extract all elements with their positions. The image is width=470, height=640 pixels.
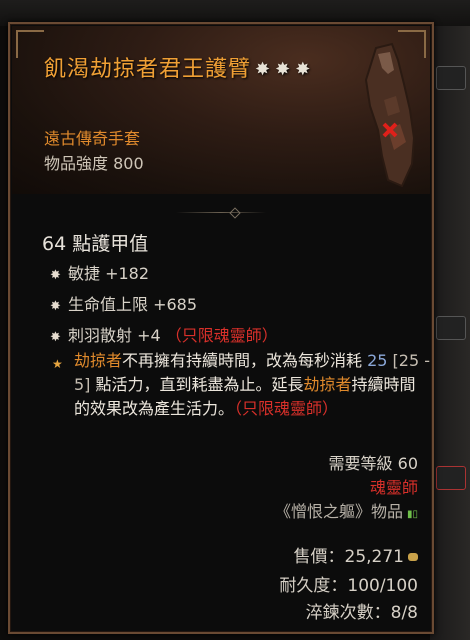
legendary-aspect: ★ 劫掠者不再擁有持續時間，改為每秒消耗 25 [25 - 5] 點活力，直到耗… — [52, 351, 431, 418]
tooltip-header: 飢渴劫掠者君王護臂 ✸ ✸ ✸ 遠古傳奇手套 物品強度 800 — [12, 26, 430, 194]
item-rarity: 遠古傳奇手套 — [44, 129, 141, 148]
affix-line: ✸ 敏捷 +182 — [50, 264, 150, 283]
item-name-text: 飢渴劫掠者君王護臂 — [44, 57, 252, 82]
armor-value: 64 點護甲值 — [42, 233, 149, 255]
sell-price: 售價：25,271 — [294, 542, 418, 567]
background-button — [436, 316, 466, 340]
affix-line: ✸ 刺羽散射 +4 （只限魂靈師） — [50, 326, 278, 345]
greater-affix-star-icon: ✸ — [295, 59, 312, 80]
background-button — [436, 466, 466, 490]
greater-affix-star-icon: ✸ — [275, 59, 292, 80]
affix-bullet-icon: ✸ — [50, 299, 61, 314]
item-name: 飢渴劫掠者君王護臂 ✸ ✸ ✸ — [44, 56, 324, 84]
affix-bullet-icon: ✸ — [50, 330, 61, 345]
item-tooltip: 飢渴劫掠者君王護臂 ✸ ✸ ✸ 遠古傳奇手套 物品強度 800 64 點護甲值 ✸ 敏捷… — [8, 22, 434, 634]
durability: 耐久度：100/100 — [279, 576, 418, 596]
gauntlet-icon — [364, 42, 416, 188]
frame-corner — [16, 30, 44, 58]
affix-line: ✸ 生命值上限 +685 — [50, 295, 198, 314]
required-class: 魂靈師 — [369, 478, 418, 497]
affix-bullet-icon: ✸ — [50, 268, 61, 283]
background-panel — [430, 26, 470, 640]
expansion-icon: ▮▯ — [406, 509, 418, 520]
greater-affix-star-icon: ✸ — [255, 59, 272, 80]
class-restriction: （只限魂靈師） — [165, 326, 278, 345]
temper-count: 淬鍊次數：8/8 — [305, 603, 418, 623]
item-source: 《憎恨之軀》物品 ▮▯ — [274, 502, 418, 521]
gold-coin-icon — [408, 553, 418, 561]
legendary-bullet-icon: ★ — [52, 357, 63, 371]
required-level: 需要等級 60 — [328, 454, 418, 473]
class-restriction: （只限魂靈師） — [234, 399, 339, 418]
section-divider — [229, 207, 241, 219]
item-power: 物品強度 800 — [44, 154, 144, 173]
background-button — [436, 66, 466, 90]
section-divider — [176, 212, 266, 213]
